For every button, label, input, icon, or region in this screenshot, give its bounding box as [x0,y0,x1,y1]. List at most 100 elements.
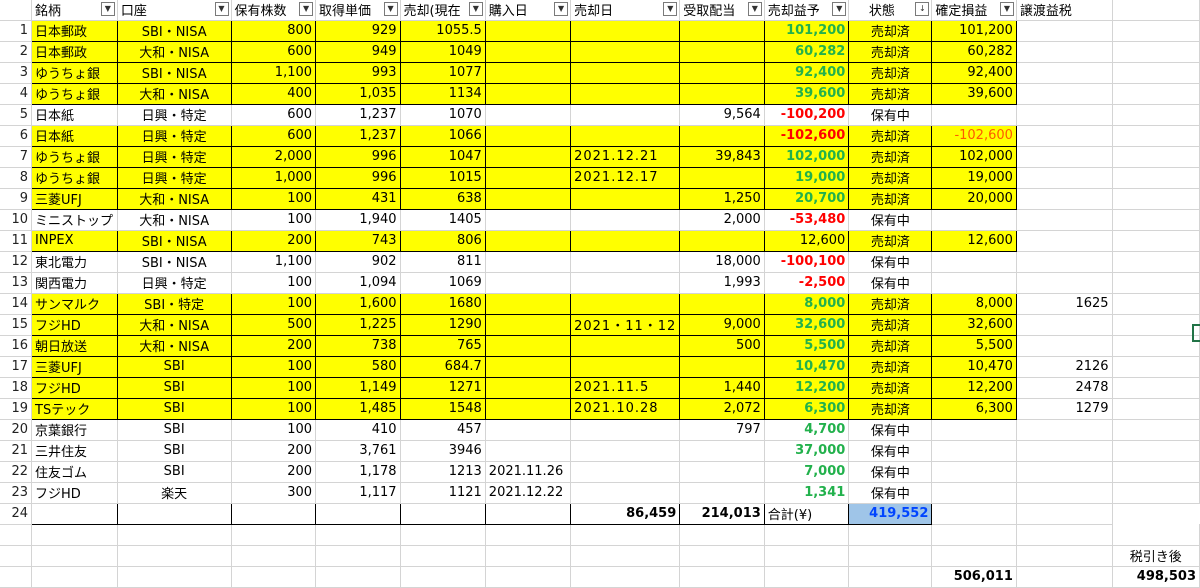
header-cell-gain[interactable]: 売却益予 ▼ [764,0,850,21]
filter-dropdown-icon[interactable]: ▼ [214,2,229,16]
empty-cell[interactable] [931,524,1017,546]
sell-date-cell[interactable]: 2021.11.5 [570,376,681,399]
buy-date-cell[interactable] [485,272,572,294]
account-cell[interactable]: SBI・NISA [117,251,232,273]
account-cell[interactable]: 楽天 [117,482,232,504]
stock-name-cell[interactable]: 三井住友 [31,440,118,462]
empty-cell[interactable] [848,524,933,546]
account-cell[interactable]: 日興・特定 [117,272,232,294]
sell-date-cell[interactable] [570,229,681,252]
empty-cell[interactable] [570,545,681,567]
cost-cell[interactable]: 1,225 [315,313,401,336]
status-cell[interactable]: 保有中 [848,461,933,483]
empty-cell[interactable] [1112,230,1200,252]
status-cell[interactable]: 保有中 [848,104,933,126]
buy-date-cell[interactable] [484,313,572,336]
status-cell[interactable]: 売却済 [848,292,933,315]
dividend-cell[interactable] [679,440,765,462]
empty-cell[interactable] [31,524,118,546]
account-cell[interactable]: 大和・NISA [116,334,232,357]
status-cell[interactable]: 売却済 [848,82,933,105]
empty-cell[interactable] [1112,524,1200,546]
filter-dropdown-icon[interactable]: ▼ [832,2,847,16]
sell-price-cell[interactable]: 1290 [399,313,486,336]
empty-cell[interactable] [1112,83,1200,105]
buy-date-cell[interactable]: 2021.12.22 [485,482,572,504]
dividend-cell[interactable] [679,292,765,315]
transfer-tax-cell[interactable] [1016,482,1113,504]
account-cell[interactable]: SBI [116,397,232,420]
confirmed-pl-cell[interactable]: 60,282 [931,40,1017,63]
stock-name-cell[interactable]: ゆうちょ銀 [31,145,118,168]
selected-cell-indicator[interactable] [1192,324,1200,342]
buy-date-cell[interactable] [485,209,572,231]
sell-date-cell[interactable]: 2021.12.17 [570,166,681,189]
buy-date-cell[interactable] [485,419,572,441]
transfer-tax-cell[interactable] [1016,461,1113,483]
cost-cell[interactable]: 1,035 [315,82,401,105]
quantity-cell[interactable]: 1,100 [230,61,317,84]
dividend-cell[interactable]: 18,000 [679,251,765,273]
buy-date-cell[interactable] [485,251,572,273]
account-cell[interactable]: 日興・特定 [116,124,232,147]
sell-price-cell[interactable]: 1213 [400,461,486,483]
quantity-cell[interactable]: 200 [231,461,317,483]
empty-cell[interactable] [1112,335,1200,357]
empty-cell[interactable] [399,502,486,525]
cost-cell[interactable]: 431 [315,187,401,210]
sell-price-cell[interactable]: 1055.5 [399,19,486,42]
dividend-cell[interactable]: 797 [679,419,765,441]
expected-gain-cell[interactable]: 39,600 [763,82,850,105]
status-cell[interactable]: 売却済 [848,40,933,63]
header-cell-qty[interactable]: 保有株数 ▼ [231,0,317,21]
filter-dropdown-icon[interactable]: ▼ [747,2,762,16]
sell-price-cell[interactable]: 1047 [399,145,486,168]
sell-price-cell[interactable]: 765 [399,334,486,357]
empty-cell[interactable] [1112,482,1200,504]
expected-gain-cell[interactable]: 12,200 [763,376,850,399]
empty-cell[interactable] [1112,251,1200,273]
buy-date-cell[interactable] [484,166,572,189]
empty-cell[interactable] [931,545,1017,567]
stock-name-cell[interactable]: ミニストップ [31,209,118,231]
transfer-tax-cell[interactable] [1016,125,1113,147]
transfer-tax-cell[interactable] [1016,41,1113,63]
transfer-tax-cell[interactable] [1016,251,1113,273]
cost-cell[interactable]: 929 [315,19,401,42]
account-cell[interactable]: 大和・NISA [116,313,232,336]
stock-name-cell[interactable]: ゆうちょ銀 [31,82,118,105]
empty-cell[interactable] [1016,503,1113,525]
sell-date-cell[interactable]: 2021.12.21 [570,145,681,168]
stock-name-cell[interactable]: 朝日放送 [31,334,118,357]
transfer-tax-cell[interactable] [1016,209,1113,231]
quantity-cell[interactable]: 100 [230,355,317,378]
buy-date-cell[interactable] [485,440,572,462]
confirmed-pl-cell[interactable]: 6,300 [931,397,1017,420]
expected-gain-cell[interactable]: 12,600 [763,229,850,252]
empty-cell[interactable] [1112,272,1200,294]
confirmed-pl-cell[interactable] [931,272,1017,294]
total-confirmed-cell[interactable]: 419,552 [848,502,933,525]
account-cell[interactable]: 大和・NISA [116,40,232,63]
expected-gain-cell[interactable]: 4,700 [764,419,850,441]
buy-date-cell[interactable] [484,82,572,105]
status-cell[interactable]: 売却済 [848,19,933,42]
empty-cell[interactable] [1016,524,1113,546]
quantity-cell[interactable]: 600 [230,40,317,63]
buy-date-cell[interactable] [484,355,572,378]
total-gain-cell[interactable]: 214,013 [679,502,765,525]
buy-date-cell[interactable] [484,40,572,63]
dividend-cell[interactable]: 1,250 [679,187,765,210]
empty-cell[interactable] [485,524,572,546]
dividend-cell[interactable]: 9,000 [679,313,765,336]
stock-name-cell[interactable]: INPEX [31,229,118,252]
stock-name-cell[interactable]: 京葉銀行 [31,419,118,441]
sell-date-cell[interactable] [570,61,681,84]
dividend-cell[interactable]: 2,072 [679,397,765,420]
stock-name-cell[interactable]: 関西電力 [31,272,118,294]
empty-cell[interactable] [485,545,572,567]
stock-name-cell[interactable]: フジHD [31,376,118,399]
sell-price-cell[interactable]: 1121 [400,482,486,504]
buy-date-cell[interactable] [484,145,572,168]
sell-date-cell[interactable] [570,461,681,483]
